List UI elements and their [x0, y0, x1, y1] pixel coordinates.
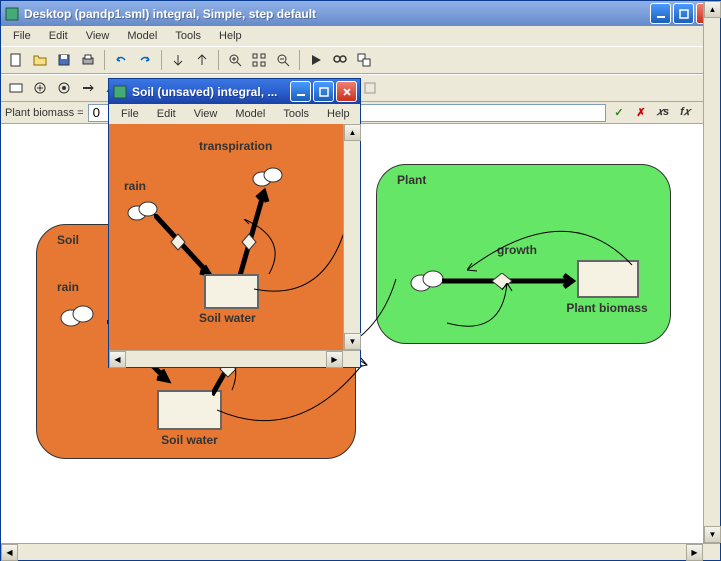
undo-button[interactable] [110, 49, 132, 71]
child-titlebar[interactable]: Soil (unsaved) integral, ... [109, 79, 360, 104]
cloud-icon [57, 300, 97, 330]
collapse-button[interactable] [167, 49, 189, 71]
find-button[interactable] [329, 49, 351, 71]
separator [299, 50, 300, 70]
formula-label: Plant biomass = [5, 107, 84, 119]
main-title: Desktop (pandp1.sml) integral, Simple, s… [24, 7, 650, 21]
plant-submodel[interactable]: Plant growth Plant biomass [376, 164, 671, 344]
child-h-scrollbar[interactable]: ◀ ▶ [109, 350, 360, 367]
run-button[interactable] [305, 49, 327, 71]
h-scrollbar[interactable]: ◀ ▶ [1, 543, 720, 560]
print-button[interactable] [77, 49, 99, 71]
menu-tools[interactable]: Tools [167, 28, 209, 44]
v-scrollbar[interactable]: ▲ ▼ [703, 1, 720, 543]
child-influence-2[interactable] [239, 219, 289, 279]
child-menu-file[interactable]: File [113, 106, 147, 122]
plant-label: Plant [397, 173, 426, 187]
open-button[interactable] [29, 49, 51, 71]
scroll-left-button[interactable]: ◀ [1, 544, 18, 561]
separator [161, 50, 162, 70]
scroll-down-button[interactable]: ▼ [704, 526, 721, 543]
zoom-out-button[interactable] [272, 49, 294, 71]
child-window[interactable]: Soil (unsaved) integral, ... File Edit V… [108, 78, 361, 368]
separator [104, 50, 105, 70]
child-menu-help[interactable]: Help [319, 106, 358, 122]
child-minimize-button[interactable] [290, 81, 311, 102]
cloud-icon [407, 265, 447, 295]
separator [218, 50, 219, 70]
soil-water-label: Soil water [157, 433, 222, 447]
child-compartment-label: Soil water [199, 311, 256, 325]
child-v-scrollbar[interactable]: ▲ ▼ [343, 124, 360, 350]
child-menu-tools[interactable]: Tools [275, 106, 317, 122]
influence-arc-4[interactable] [447, 283, 577, 343]
pointer-tool[interactable] [5, 77, 27, 99]
maximize-button[interactable] [673, 3, 694, 24]
expand-button[interactable] [191, 49, 213, 71]
zoom-fit-button[interactable] [248, 49, 270, 71]
child-canvas[interactable]: transpiration rain Soil water [109, 124, 360, 350]
child-menu-view[interactable]: View [186, 106, 226, 122]
child-maximize-button[interactable] [313, 81, 334, 102]
windows-button[interactable] [353, 49, 375, 71]
child-scroll-left-button[interactable]: ◀ [109, 351, 126, 368]
child-rain-label: rain [124, 179, 146, 193]
child-title: Soil (unsaved) integral, ... [132, 85, 290, 99]
menu-view[interactable]: View [78, 28, 118, 44]
child-menu-edit[interactable]: Edit [149, 106, 184, 122]
save-button[interactable] [53, 49, 75, 71]
reject-button[interactable]: ✗ [632, 104, 650, 122]
scroll-up-button[interactable]: ▲ [704, 1, 721, 18]
redo-button[interactable] [134, 49, 156, 71]
tool-i[interactable] [359, 77, 381, 99]
app-icon [112, 84, 128, 100]
menu-help[interactable]: Help [211, 28, 250, 44]
toolbar-row1 [1, 46, 720, 74]
variable-tool[interactable] [53, 77, 75, 99]
rain-label: rain [57, 280, 79, 294]
transpiration-label: transpiration [199, 139, 272, 153]
xs-button[interactable]: 𝑥s [654, 104, 672, 122]
accept-button[interactable]: ✓ [610, 104, 628, 122]
child-menu-model[interactable]: Model [227, 106, 273, 122]
minimize-button[interactable] [650, 3, 671, 24]
child-scroll-right-button[interactable]: ▶ [326, 351, 343, 368]
child-scroll-down-button[interactable]: ▼ [344, 333, 361, 350]
new-button[interactable] [5, 49, 27, 71]
flow-tool[interactable] [77, 77, 99, 99]
main-menubar: File Edit View Model Tools Help [1, 26, 720, 46]
soil-label: Soil [57, 233, 79, 247]
compartment-tool[interactable] [29, 77, 51, 99]
menu-edit[interactable]: Edit [41, 28, 76, 44]
child-close-button[interactable] [336, 81, 357, 102]
scroll-right-button[interactable]: ▶ [686, 544, 703, 561]
influence-arc-3[interactable] [467, 215, 637, 275]
menu-model[interactable]: Model [119, 28, 165, 44]
zoom-in-button[interactable] [224, 49, 246, 71]
app-icon [4, 6, 20, 22]
child-scroll-up-button[interactable]: ▲ [344, 124, 361, 141]
menu-file[interactable]: File [5, 28, 39, 44]
main-titlebar: Desktop (pandp1.sml) integral, Simple, s… [1, 1, 720, 26]
fx-button[interactable]: f𝑥 [676, 104, 694, 122]
child-menubar: File Edit View Model Tools Help [109, 104, 360, 124]
